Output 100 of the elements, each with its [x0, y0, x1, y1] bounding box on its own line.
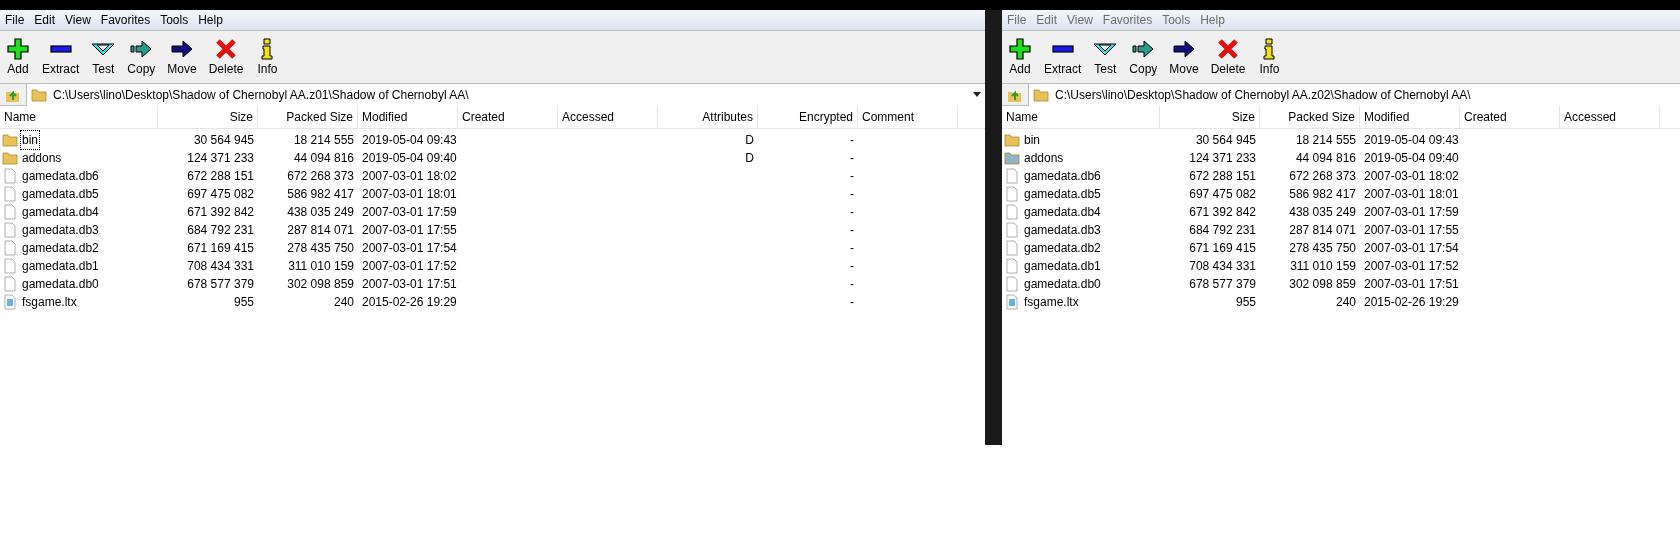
file-name[interactable]: gamedata.db6 — [20, 166, 101, 186]
menu-item[interactable]: View — [1062, 11, 1098, 29]
file-name[interactable]: gamedata.db2 — [1022, 238, 1103, 258]
file-name[interactable]: addons — [20, 148, 64, 168]
file-name[interactable]: gamedata.db2 — [20, 238, 101, 258]
menu-item[interactable]: Help — [1195, 11, 1230, 29]
table-cell: 2007-03-01 17:55 — [1364, 223, 1459, 237]
column-header[interactable]: Accessed — [1560, 106, 1660, 128]
file-name[interactable]: bin — [1022, 130, 1042, 150]
toolbar-button[interactable]: Info — [253, 37, 282, 77]
table-cell: D — [745, 151, 754, 165]
column-header[interactable]: Created — [1460, 106, 1560, 128]
table-cell: 671 392 842 — [187, 205, 254, 219]
folder-icon — [2, 150, 18, 166]
column-header[interactable]: Attributes — [658, 106, 758, 128]
file-name[interactable]: gamedata.db5 — [20, 184, 101, 204]
file-name[interactable]: gamedata.db0 — [20, 274, 101, 294]
toolbar-button[interactable]: Delete — [1208, 37, 1248, 77]
toolbar-button[interactable]: Add — [1006, 37, 1034, 77]
table-cell: 697 475 082 — [1189, 187, 1256, 201]
toolbar-button[interactable]: Extract — [40, 37, 82, 77]
table-cell: 438 035 249 — [287, 205, 354, 219]
table-cell: 2007-03-01 17:51 — [362, 277, 457, 291]
file-name[interactable]: gamedata.db0 — [1022, 274, 1103, 294]
menu-item[interactable]: Favorites — [95, 11, 156, 29]
table-cell: 287 814 071 — [287, 223, 354, 237]
column-header[interactable]: Modified — [358, 106, 458, 128]
delete-icon — [214, 37, 239, 61]
table-cell: 2007-03-01 18:02 — [1364, 169, 1459, 183]
table-cell: 672 288 151 — [1189, 169, 1256, 183]
table-cell: 240 — [1335, 295, 1356, 309]
toolbar-button[interactable]: Add — [4, 37, 32, 77]
table-cell: - — [850, 241, 854, 255]
dropdown-arrow-icon[interactable] — [973, 92, 981, 97]
column-header[interactable]: Size — [1160, 106, 1260, 128]
file-name[interactable]: gamedata.db5 — [1022, 184, 1103, 204]
toolbar-button[interactable]: Extract — [1042, 37, 1084, 77]
toolbar-button[interactable]: Copy — [125, 37, 158, 77]
file-name[interactable]: bin — [20, 130, 40, 150]
file-name[interactable]: fsgame.ltx — [20, 292, 79, 312]
address-field[interactable]: C:\Users\lino\Desktop\Shadow of Chernobyl AA.z01\Shadow of Chernobyl AA\ — [26, 83, 985, 106]
column-header[interactable]: Size — [158, 106, 258, 128]
file-name[interactable]: gamedata.db4 — [1022, 202, 1103, 222]
column-header[interactable]: Encrypted — [758, 106, 858, 128]
toolbar-button[interactable]: Move — [1167, 37, 1201, 77]
menu-item[interactable]: Help — [193, 11, 228, 29]
address-field[interactable]: C:\Users\lino\Desktop\Shadow of Chernobyl AA.z02\Shadow of Chernobyl AA\ — [1028, 83, 1680, 106]
file-name[interactable]: fsgame.ltx — [1022, 292, 1081, 312]
column-header[interactable]: Name — [1002, 106, 1160, 128]
table-cell: 124 371 233 — [187, 151, 254, 165]
folder-icon — [1004, 132, 1020, 148]
table-cell: 671 169 415 — [1189, 241, 1256, 255]
toolbar-button[interactable]: Test — [89, 37, 118, 77]
arrow-icon — [170, 37, 195, 61]
table-cell: 678 577 379 — [1189, 277, 1256, 291]
table-cell: 2007-03-01 18:01 — [362, 187, 457, 201]
table-cell: - — [850, 133, 854, 147]
table-cell: 671 169 415 — [187, 241, 254, 255]
table-cell: 684 792 231 — [1189, 223, 1256, 237]
menu-item[interactable]: Edit — [29, 11, 61, 29]
file-name[interactable]: gamedata.db6 — [1022, 166, 1103, 186]
toolbar-button[interactable]: Test — [1091, 37, 1120, 77]
menu-item[interactable]: Favorites — [1097, 11, 1158, 29]
toolbar-button[interactable]: Copy — [1127, 37, 1160, 77]
table-cell: - — [850, 169, 854, 183]
table-cell: 302 098 859 — [1289, 277, 1356, 291]
table-cell: - — [850, 205, 854, 219]
column-header[interactable]: Created — [458, 106, 558, 128]
column-header[interactable]: Modified — [1360, 106, 1460, 128]
menu-item[interactable]: View — [60, 11, 96, 29]
column-header[interactable]: Packed Size — [258, 106, 358, 128]
toolbar-button[interactable]: Move — [165, 37, 199, 77]
folder-icon — [1033, 86, 1049, 103]
arrow-icon — [1172, 37, 1197, 61]
menu-item[interactable]: Tools — [155, 11, 194, 29]
table-cell: 311 010 159 — [1290, 259, 1356, 273]
table-cell: 955 — [233, 295, 254, 309]
menu-item[interactable]: Edit — [1031, 11, 1063, 29]
folder-icon — [2, 132, 18, 148]
table-cell: 18 214 555 — [1295, 133, 1356, 147]
toolbar-button[interactable]: Info — [1255, 37, 1284, 77]
column-header[interactable]: Comment — [858, 106, 958, 128]
table-cell: 586 982 417 — [287, 187, 354, 201]
file-name[interactable]: gamedata.db3 — [1022, 220, 1103, 240]
menu-item[interactable]: File — [1002, 11, 1032, 29]
file-name[interactable]: gamedata.db3 — [20, 220, 101, 240]
column-header[interactable]: Packed Size — [1260, 106, 1360, 128]
column-header[interactable]: Accessed — [558, 106, 658, 128]
column-header[interactable]: Name — [0, 106, 158, 128]
file-name[interactable]: gamedata.db1 — [1022, 256, 1103, 276]
toolbar-button[interactable]: Delete — [206, 37, 246, 77]
file-name[interactable]: gamedata.db1 — [20, 256, 101, 276]
table-cell: 44 094 816 — [293, 151, 354, 165]
file-name[interactable]: gamedata.db4 — [20, 202, 101, 222]
file-name[interactable]: addons — [1022, 148, 1066, 168]
folder-icon — [1004, 150, 1020, 166]
delete-icon — [1216, 37, 1241, 61]
menu-item[interactable]: File — [0, 11, 30, 29]
menu-item[interactable]: Tools — [1157, 11, 1196, 29]
table-cell: 278 435 750 — [1289, 241, 1356, 255]
